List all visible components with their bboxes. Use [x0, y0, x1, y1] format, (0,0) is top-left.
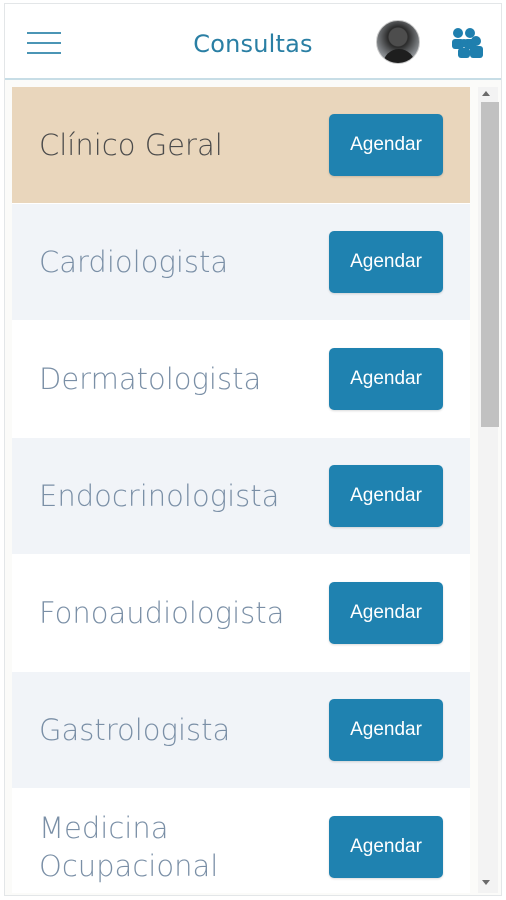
scroll-up-arrow-icon[interactable]	[482, 91, 490, 96]
scrollbar-thumb[interactable]	[481, 102, 499, 427]
specialty-name: Endocrinologista	[39, 479, 280, 513]
schedule-button[interactable]: Agendar	[329, 348, 443, 410]
list-item[interactable]: Dermatologista Agendar	[12, 321, 470, 438]
list-item[interactable]: Clínico Geral Agendar	[12, 87, 470, 204]
schedule-button[interactable]: Agendar	[329, 582, 443, 644]
schedule-button[interactable]: Agendar	[329, 699, 443, 761]
list-item[interactable]: Fonoaudiologista Agendar	[12, 555, 470, 672]
page-title: Consultas	[193, 30, 313, 58]
schedule-button[interactable]: Agendar	[329, 816, 443, 878]
list-item[interactable]: Medicina Ocupacional Agendar	[12, 789, 470, 893]
schedule-button[interactable]: Agendar	[329, 114, 443, 176]
avatar-silhouette	[383, 49, 415, 63]
specialty-name: Medicina Ocupacional	[39, 811, 219, 883]
scrollbar[interactable]	[478, 87, 499, 893]
schedule-button[interactable]: Agendar	[329, 465, 443, 527]
specialty-name: Clínico Geral	[39, 128, 223, 162]
specialty-name: Dermatologista	[39, 362, 262, 396]
specialty-name: Gastrologista	[39, 713, 231, 747]
list-item[interactable]: Cardiologista Agendar	[12, 204, 470, 321]
avatar[interactable]	[376, 20, 420, 64]
list-item[interactable]: Gastrologista Agendar	[12, 672, 470, 789]
specialty-name: Fonoaudiologista	[39, 596, 285, 630]
list-item[interactable]: Endocrinologista Agendar	[12, 438, 470, 555]
users-group-icon[interactable]	[449, 24, 485, 60]
specialty-list: Clínico Geral Agendar Cardiologista Agen…	[12, 87, 470, 893]
app-header: Consultas	[5, 4, 501, 80]
scroll-down-arrow-icon[interactable]	[482, 880, 490, 885]
schedule-button[interactable]: Agendar	[329, 231, 443, 293]
specialty-name: Cardiologista	[39, 245, 229, 279]
